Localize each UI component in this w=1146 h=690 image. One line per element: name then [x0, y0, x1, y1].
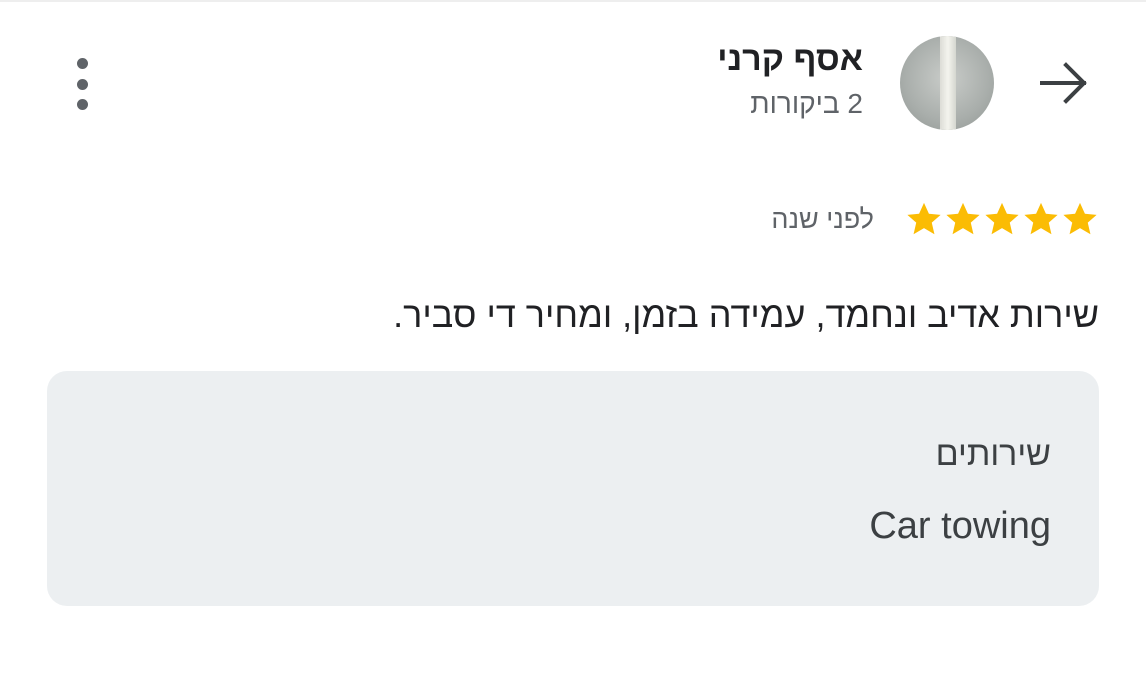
more-options-button[interactable] — [62, 58, 102, 110]
more-vert-icon — [76, 58, 88, 69]
star-icon — [946, 202, 980, 235]
arrow-right-icon — [1040, 62, 1087, 104]
star-icon — [1063, 202, 1097, 235]
reviewer-name[interactable]: אסף קרני — [717, 40, 863, 79]
services-value: Car towing — [869, 505, 1051, 547]
star-icon — [1024, 202, 1058, 235]
star-rating — [905, 200, 1099, 238]
top-divider — [0, 0, 1146, 2]
services-card — [47, 371, 1099, 606]
star-icon — [907, 202, 941, 235]
reviewer-review-count: 2 ביקורות — [750, 88, 863, 119]
review-time-ago: לפני שנה — [771, 204, 874, 234]
back-button[interactable] — [1036, 60, 1092, 106]
review-text: שירות אדיב ונחמד, עמידה בזמן, ומחיר די ס… — [393, 294, 1099, 335]
services-label: שירותים — [935, 435, 1051, 473]
avatar[interactable] — [900, 36, 994, 130]
star-icon — [985, 202, 1019, 235]
